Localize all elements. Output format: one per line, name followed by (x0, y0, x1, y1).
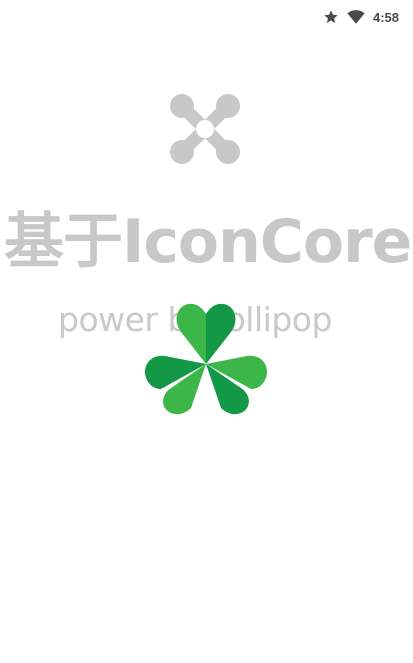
splash-screen: 4:58 基于IconCore power by lollipop (0, 0, 413, 663)
app-title: 基于IconCore (4, 207, 412, 277)
splash-content: 基于IconCore power by lollipop (0, 0, 413, 663)
clover-icon (145, 303, 267, 415)
connection-x-logo-icon (170, 94, 240, 164)
